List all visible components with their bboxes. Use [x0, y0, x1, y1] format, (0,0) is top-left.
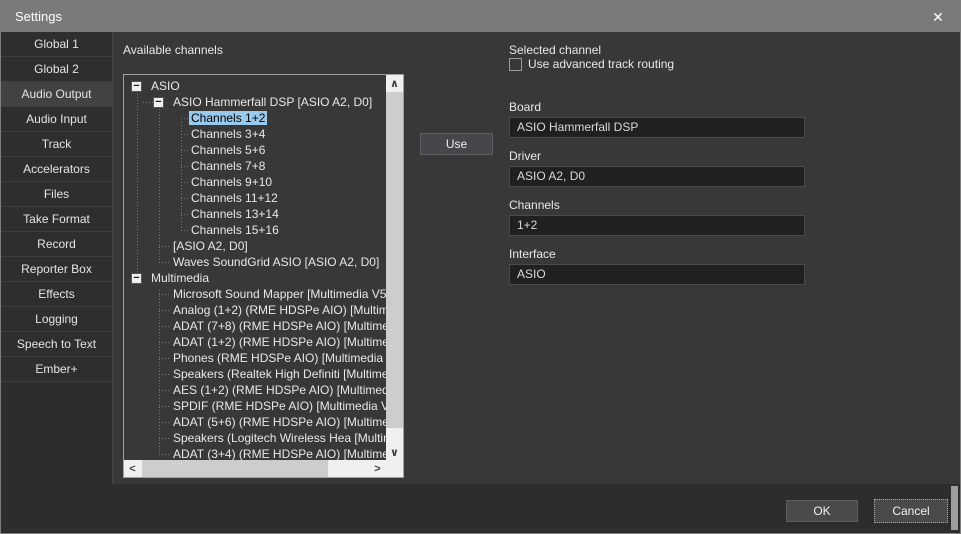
settings-nav-sidebar: Global 1 Global 2 Audio Output Audio Inp… [1, 32, 113, 534]
sidebar-item-speech-to-text[interactable]: Speech to Text [1, 332, 112, 357]
sidebar-item-track[interactable]: Track [1, 132, 112, 157]
resize-gripper[interactable] [951, 486, 958, 530]
close-icon[interactable]: ✕ [926, 5, 950, 29]
vertical-scroll-thumb[interactable] [386, 92, 403, 428]
tree-node-channels-11-12[interactable]: Channels 11+12 [124, 190, 386, 206]
sidebar-item-accelerators[interactable]: Accelerators [1, 157, 112, 182]
sidebar-item-global-1[interactable]: Global 1 [1, 32, 112, 57]
channels-field[interactable]: 1+2 [509, 215, 805, 236]
sidebar-item-files[interactable]: Files [1, 182, 112, 207]
sidebar-item-effects[interactable]: Effects [1, 282, 112, 307]
scroll-down-icon[interactable]: ∨ [386, 444, 403, 461]
tree-node-spdif[interactable]: SPDIF (RME HDSPe AIO) [Multimedia V10.0] [124, 398, 386, 414]
interface-field[interactable]: ASIO [509, 264, 805, 285]
tree-node-adat-3-4[interactable]: ADAT (3+4) (RME HDSPe AIO) [Multimedia V [124, 446, 386, 461]
horizontal-scroll-thumb[interactable] [142, 460, 328, 477]
scrollbar-corner [386, 460, 403, 477]
tree-node-adat-7-8[interactable]: ADAT (7+8) (RME HDSPe AIO) [Multimedia V [124, 318, 386, 334]
tree-node-analog-1-2[interactable]: Analog (1+2) (RME HDSPe AIO) [Multimedia [124, 302, 386, 318]
scroll-left-icon[interactable]: < [124, 460, 141, 477]
tree-node-channels-1-2[interactable]: Channels 1+2 [124, 110, 386, 126]
settings-dialog: Settings ✕ Global 1 Global 2 Audio Outpu… [0, 0, 961, 534]
tree-content: −ASIO −ASIO Hammerfall DSP [ASIO A2, D0]… [124, 75, 386, 461]
interface-label: Interface [509, 247, 556, 261]
channels-label: Channels [509, 198, 560, 212]
vertical-scrollbar[interactable]: ∧ ∨ [386, 75, 403, 461]
tree-node-aes-1-2[interactable]: AES (1+2) (RME HDSPe AIO) [Multimedia V1 [124, 382, 386, 398]
sidebar-item-logging[interactable]: Logging [1, 307, 112, 332]
collapse-icon[interactable]: − [131, 81, 142, 92]
scroll-right-icon[interactable]: > [369, 460, 386, 477]
tree-node-hammerfall[interactable]: −ASIO Hammerfall DSP [ASIO A2, D0] [124, 94, 386, 110]
tree-node-asio[interactable]: −ASIO [124, 78, 386, 94]
tree-node-waves-soundgrid[interactable]: Waves SoundGrid ASIO [ASIO A2, D0] [124, 254, 386, 270]
selected-channel-label: Selected channel [509, 43, 601, 57]
scroll-up-icon[interactable]: ∧ [386, 75, 403, 92]
tree-node-channels-9-10[interactable]: Channels 9+10 [124, 174, 386, 190]
titlebar: Settings ✕ [1, 1, 960, 32]
sidebar-item-ember[interactable]: Ember+ [1, 357, 112, 382]
tree-node-ms-sound-mapper[interactable]: Microsoft Sound Mapper [Multimedia V5.0 [124, 286, 386, 302]
dialog-footer: OK Cancel [1, 484, 961, 534]
tree-node-channels-7-8[interactable]: Channels 7+8 [124, 158, 386, 174]
sidebar-item-global-2[interactable]: Global 2 [1, 57, 112, 82]
board-label: Board [509, 100, 541, 114]
tree-node-channels-15-16[interactable]: Channels 15+16 [124, 222, 386, 238]
available-channels-tree: −ASIO −ASIO Hammerfall DSP [ASIO A2, D0]… [123, 74, 404, 478]
sidebar-item-take-format[interactable]: Take Format [1, 207, 112, 232]
horizontal-scrollbar[interactable]: < > [124, 460, 386, 477]
advanced-routing-row: Use advanced track routing [509, 57, 674, 71]
available-channels-label: Available channels [123, 43, 223, 57]
window-title: Settings [15, 9, 62, 24]
sidebar-item-reporter-box[interactable]: Reporter Box [1, 257, 112, 282]
tree-node-adat-5-6[interactable]: ADAT (5+6) (RME HDSPe AIO) [Multimedia V [124, 414, 386, 430]
sidebar-item-audio-output[interactable]: Audio Output [1, 82, 112, 107]
tree-node-channels-3-4[interactable]: Channels 3+4 [124, 126, 386, 142]
cancel-button[interactable]: Cancel [874, 499, 948, 523]
driver-field[interactable]: ASIO A2, D0 [509, 166, 805, 187]
advanced-routing-checkbox[interactable] [509, 58, 522, 71]
tree-node-adat-1-2[interactable]: ADAT (1+2) (RME HDSPe AIO) [Multimedia V [124, 334, 386, 350]
tree-node-phones[interactable]: Phones (RME HDSPe AIO) [Multimedia V10. [124, 350, 386, 366]
board-field[interactable]: ASIO Hammerfall DSP [509, 117, 805, 138]
use-button[interactable]: Use [420, 133, 493, 155]
collapse-icon[interactable]: − [153, 97, 164, 108]
tree-node-speakers-realtek[interactable]: Speakers (Realtek High Definiti [Multime… [124, 366, 386, 382]
sidebar-item-record[interactable]: Record [1, 232, 112, 257]
tree-node-channels-5-6[interactable]: Channels 5+6 [124, 142, 386, 158]
tree-node-multimedia[interactable]: −Multimedia [124, 270, 386, 286]
tree-node-asio-a2-d0[interactable]: [ASIO A2, D0] [124, 238, 386, 254]
collapse-icon[interactable]: − [131, 273, 142, 284]
advanced-routing-label: Use advanced track routing [528, 57, 674, 71]
tree-node-channels-13-14[interactable]: Channels 13+14 [124, 206, 386, 222]
sidebar-item-audio-input[interactable]: Audio Input [1, 107, 112, 132]
ok-button[interactable]: OK [786, 500, 858, 522]
driver-label: Driver [509, 149, 541, 163]
tree-node-speakers-logitech[interactable]: Speakers (Logitech Wireless Hea [Multime… [124, 430, 386, 446]
